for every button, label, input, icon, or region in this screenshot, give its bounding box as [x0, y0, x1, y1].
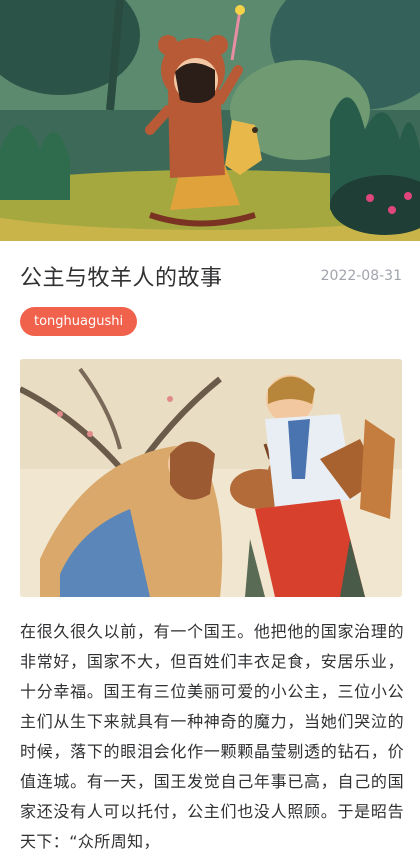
article-body: 在很久很久以前，有一个国王。他把他的国家治理的非常好，国家不大，但百姓们丰衣足食… — [20, 622, 404, 851]
article-title: 公主与牧羊人的故事 — [20, 266, 223, 291]
article-illustration — [20, 359, 402, 597]
article-page: 公主与牧羊人的故事 2022-08-31 tonghuagushi 在很久很久以… — [0, 0, 420, 863]
hero-illustration — [0, 0, 420, 241]
article-date: 2022-08-31 — [320, 268, 402, 284]
category-tag[interactable]: tonghuagushi — [20, 307, 138, 336]
article-header: 公主与牧羊人的故事 2022-08-31 — [0, 261, 420, 291]
